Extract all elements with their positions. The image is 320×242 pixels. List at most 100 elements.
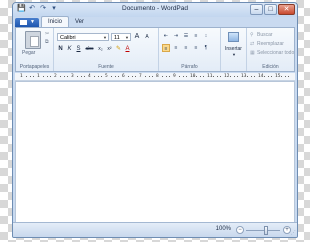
paste-button-label[interactable]: Pegar <box>22 50 35 56</box>
align-right-icon[interactable]: ≡ <box>182 44 190 52</box>
underline-button[interactable]: S <box>75 45 82 53</box>
ruler-tick <box>196 76 198 77</box>
ruler-tick <box>148 76 150 77</box>
ruler-tick <box>287 76 289 77</box>
ruler-tick <box>145 76 147 77</box>
zoom-slider-thumb[interactable] <box>264 226 268 235</box>
chevron-down-icon: ▼ <box>30 19 35 25</box>
clipboard-group: Pegar ✂ ⧉ Portapapeles <box>16 28 54 71</box>
group-label-editing: Edición <box>262 64 279 70</box>
editing-group: ⚲ Buscar ⇄ Reemplazar ▦ Seleccionar todo… <box>247 28 294 71</box>
zoom-slider[interactable] <box>246 230 280 231</box>
paragraph-icon[interactable]: ¶ <box>202 44 210 52</box>
bold-button[interactable]: N <box>57 45 64 53</box>
application-menu-button[interactable]: ▼ <box>15 18 39 27</box>
line-spacing-icon[interactable]: ↕ <box>202 32 210 40</box>
chevron-down-icon[interactable]: ▼ <box>232 52 236 57</box>
select-all-button[interactable]: ▦ Seleccionar todo <box>250 50 294 56</box>
replace-button[interactable]: ⇄ Reemplazar <box>250 41 284 47</box>
copy-icon[interactable]: ⧉ <box>45 40 51 45</box>
ruler-tick <box>151 76 153 77</box>
ruler-tick <box>26 76 28 77</box>
paragraph-group: ⇤ ⇥ ☰ ≡ ↕ ≡ ≡ ≡ ≡ ¶ Párrafo <box>159 28 221 71</box>
strikethrough-button[interactable]: abc <box>84 45 95 53</box>
ruler-tick <box>162 76 164 77</box>
ruler-number: 4 <box>88 74 91 79</box>
font-family-value: Calibri <box>60 35 76 41</box>
group-label-paragraph: Párrafo <box>181 64 198 70</box>
subscript-button[interactable]: x₂ <box>97 45 104 53</box>
decrease-indent-icon[interactable]: ⇤ <box>162 32 170 40</box>
replace-label: Reemplazar <box>257 41 284 47</box>
ruler-number: 15 <box>275 74 281 79</box>
align-left-icon[interactable]: ≡ <box>162 44 170 52</box>
ruler-tick <box>284 76 286 77</box>
ruler-number: 9 <box>173 74 176 79</box>
zoom-in-button[interactable]: + <box>283 226 291 234</box>
find-button[interactable]: ⚲ Buscar <box>250 32 273 38</box>
wordpad-window: 💾 ↶ ↷ ▾ Documento - WordPad – □ ✕ ▼ Inic… <box>12 2 298 238</box>
justify-icon[interactable]: ≡ <box>192 44 200 52</box>
ruler-tick <box>216 76 218 77</box>
font-color-button[interactable]: A <box>124 45 131 53</box>
paste-icon[interactable] <box>25 31 41 49</box>
bullets-icon[interactable]: ☰ <box>182 32 190 40</box>
close-button[interactable]: ✕ <box>278 4 295 15</box>
align-center-icon[interactable]: ≡ <box>172 44 180 52</box>
picture-icon[interactable] <box>228 32 239 42</box>
cut-icon[interactable]: ✂ <box>45 32 51 37</box>
tab-ver[interactable]: Ver <box>69 17 90 27</box>
increase-indent-icon[interactable]: ⇥ <box>172 32 180 40</box>
ruler-tick <box>219 76 221 77</box>
select-all-label: Seleccionar todo <box>257 50 295 56</box>
maximize-button[interactable]: □ <box>264 4 277 15</box>
ruler-tick <box>97 76 99 77</box>
grow-font-button[interactable]: A <box>133 33 141 41</box>
zoom-level: 100% <box>215 226 231 232</box>
ruler-number: 6 <box>122 74 125 79</box>
ruler-number: 11 <box>207 74 213 79</box>
resize-grip-icon[interactable]: ⋰ <box>291 230 296 236</box>
italic-button[interactable]: K <box>66 45 73 53</box>
status-bar: 100% − + ⋰ <box>13 222 297 237</box>
font-family-select[interactable]: Calibri ▼ <box>57 33 109 41</box>
ruler-number: 5 <box>105 74 108 79</box>
ruler-tick <box>100 76 102 77</box>
ruler-tick <box>77 76 79 77</box>
font-row-2: N K S abc x₂ x² ✎ A <box>57 45 131 53</box>
font-size-select[interactable]: 11 ▼ <box>111 33 131 41</box>
superscript-button[interactable]: x² <box>106 45 113 53</box>
document-area[interactable] <box>15 81 295 223</box>
ruler-number: 2 <box>54 74 57 79</box>
ruler-tick <box>233 76 235 77</box>
ruler-tick <box>94 76 96 77</box>
ruler-tick <box>264 76 266 77</box>
paragraph-row-1: ⇤ ⇥ ☰ ≡ ↕ <box>162 32 210 40</box>
ruler-tick <box>134 76 136 77</box>
list-options-icon[interactable]: ≡ <box>192 32 200 40</box>
tab-inicio[interactable]: Inicio <box>41 16 70 27</box>
ruler-number: 10 <box>190 74 196 79</box>
ribbon: Pegar ✂ ⧉ Portapapeles Calibri ▼ 11 ▼ A … <box>15 27 295 72</box>
ruler-tick <box>46 76 48 77</box>
replace-icon: ⇄ <box>250 40 255 47</box>
ruler-tick <box>182 76 184 77</box>
zoom-out-button[interactable]: − <box>236 226 244 234</box>
minimize-button[interactable]: – <box>250 4 263 15</box>
ruler-tick <box>128 76 130 77</box>
ruler-tick <box>236 76 238 77</box>
ruler-tick <box>267 76 269 77</box>
ruler-tick <box>270 76 272 77</box>
ruler-tick <box>213 76 215 77</box>
ruler-tick <box>80 76 82 77</box>
shrink-font-button[interactable]: A <box>143 33 151 41</box>
ruler-tick <box>29 76 31 77</box>
highlight-icon[interactable]: ✎ <box>115 45 122 53</box>
ruler-tick <box>168 76 170 77</box>
ruler-tick <box>111 76 113 77</box>
ruler-tick <box>117 76 119 77</box>
ruler-tick <box>230 76 232 77</box>
ruler[interactable]: 1 1 2 3 4 5 6 7 8 9 10 11 12 13 14 15 <box>15 73 295 81</box>
find-label: Buscar <box>257 32 273 38</box>
ruler-tick <box>66 76 68 77</box>
